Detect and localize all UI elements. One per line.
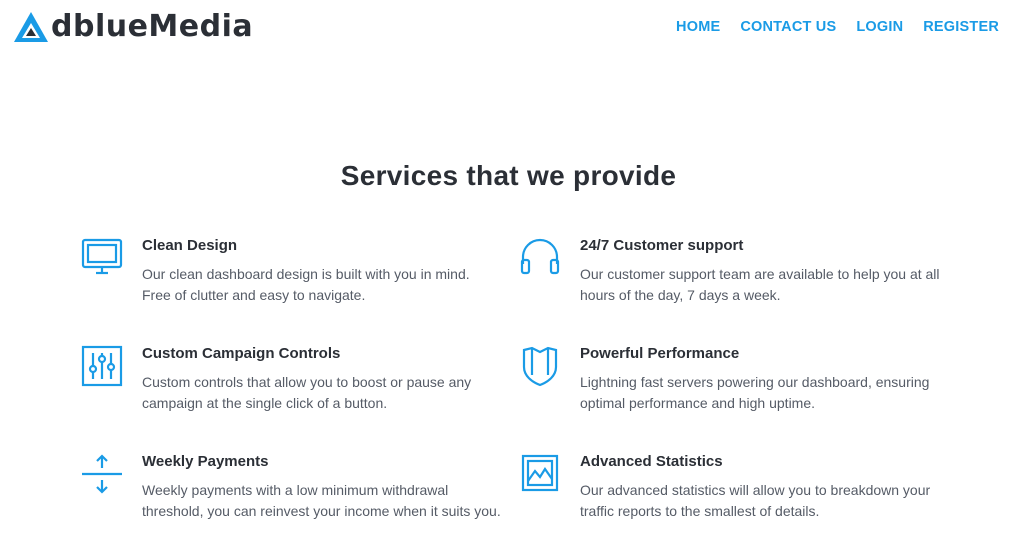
service-description: Our clean dashboard design is built with… [142, 266, 470, 303]
service-title: 24/7 Customer support [580, 237, 744, 254]
up-down-arrows-icon [81, 453, 123, 495]
nav-login-link[interactable]: LOGIN [856, 19, 903, 35]
service-description: Our customer support team are available … [580, 266, 940, 303]
service-title: Clean Design [142, 237, 238, 254]
sliders-icon [81, 345, 123, 387]
image-chart-icon [519, 453, 561, 495]
service-title: Weekly Payments [142, 453, 269, 470]
nav-register-link[interactable]: REGISTER [923, 19, 999, 35]
logo[interactable]: dblueMedia [13, 11, 253, 43]
monitor-icon [81, 237, 123, 279]
service-description: Our advanced statistics will allow you t… [580, 482, 931, 519]
logo-text: dblueMedia [51, 9, 254, 44]
service-title: Advanced Statistics [580, 453, 723, 470]
headphones-icon [519, 237, 561, 279]
site-header: dblueMedia HOME CONTACT US LOGIN REGISTE… [0, 0, 1017, 56]
services-title: Services that we provide [340, 160, 677, 191]
logo-a-triangle-icon [13, 11, 49, 43]
nav-contact-us-link[interactable]: CONTACT US [740, 19, 836, 35]
shield-icon [519, 345, 561, 387]
main-nav: HOME CONTACT US LOGIN REGISTER [676, 19, 999, 35]
service-title: Custom Campaign Controls [142, 345, 341, 362]
service-description: Lightning fast servers powering our dash… [580, 374, 930, 411]
service-title: Powerful Performance [580, 345, 740, 362]
nav-home-link[interactable]: HOME [676, 19, 720, 35]
service-description: Weekly payments with a low minimum withd… [142, 482, 501, 519]
service-description: Custom controls that allow you to boost … [142, 374, 472, 411]
